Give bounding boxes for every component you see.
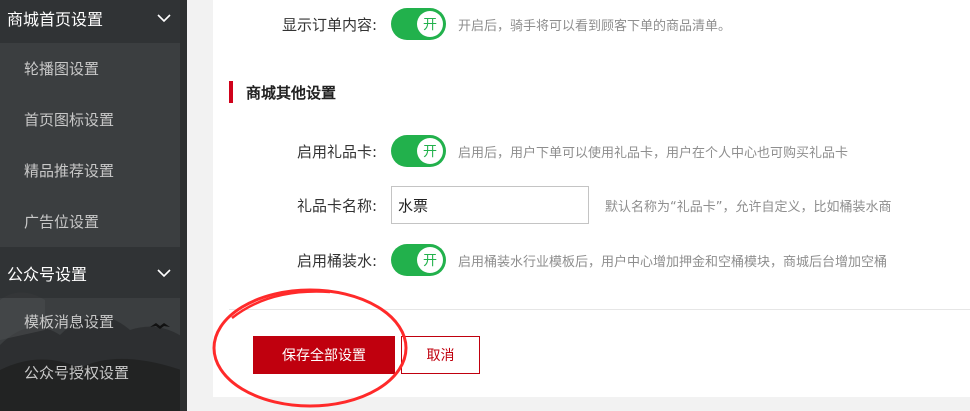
sidebar-group-mall-home[interactable]: 商城首页设置 — [0, 0, 187, 43]
chevron-down-icon — [157, 268, 171, 277]
sidebar-group-label: 公众号设置 — [7, 264, 88, 284]
gift-card-name-input[interactable] — [391, 186, 589, 224]
app-root: 商城首页设置 轮播图设置 首页图标设置 精品推荐设置 广告位设置 公众号设置 模… — [0, 0, 970, 411]
sidebar: 商城首页设置 轮播图设置 首页图标设置 精品推荐设置 广告位设置 公众号设置 模… — [0, 0, 187, 411]
toggle-knob: 开 — [417, 138, 443, 164]
sidebar-item-label: 广告位设置 — [24, 213, 100, 231]
toggle-knob: 开 — [417, 11, 443, 37]
setting-label: 显示订单内容: — [281, 15, 377, 34]
setting-row-gift-card-name: 礼品卡名称: 默认名称为“礼品卡”，允许自定义，比如桶装水商 — [213, 185, 970, 225]
setting-row-gift-card: 启用礼品卡: 开 启用后，用户下单可以使用礼品卡，用户在个人中心也可购买礼品卡 — [213, 131, 970, 171]
sidebar-item-label: 公众号授权设置 — [24, 364, 130, 382]
setting-label: 启用礼品卡: — [296, 142, 377, 161]
sidebar-item-label: 精品推荐设置 — [24, 162, 115, 180]
settings-panel: 显示订单内容: 开 开启后，骑手将可以看到顾客下单的商品清单。 商城其他设置 启… — [213, 0, 970, 397]
setting-label: 礼品卡名称: — [296, 196, 377, 215]
setting-hint: 启用后，用户下单可以使用礼品卡，用户在个人中心也可购买礼品卡 — [458, 145, 849, 161]
chevron-down-icon — [157, 13, 171, 22]
setting-hint: 默认名称为“礼品卡”，允许自定义，比如桶装水商 — [605, 199, 892, 215]
section-accent-bar — [229, 81, 233, 103]
sidebar-item-account-auth[interactable]: 公众号授权设置 — [0, 347, 187, 398]
sidebar-item-carousel[interactable]: 轮播图设置 — [0, 43, 187, 94]
toggle-knob: 开 — [417, 247, 443, 273]
section-header: 商城其他设置 — [229, 80, 336, 104]
setting-hint: 开启后，骑手将可以看到顾客下单的商品清单。 — [458, 18, 732, 34]
save-all-button[interactable]: 保存全部设置 — [253, 336, 395, 374]
sidebar-divider — [180, 0, 187, 411]
sidebar-item-label: 轮播图设置 — [24, 60, 100, 78]
sidebar-item-home-icons[interactable]: 首页图标设置 — [0, 94, 187, 145]
sidebar-item-ads[interactable]: 广告位设置 — [0, 196, 187, 247]
setting-row-show-order: 显示订单内容: 开 开启后，骑手将可以看到顾客下单的商品清单。 — [213, 4, 970, 44]
sidebar-item-label: 首页图标设置 — [24, 111, 115, 129]
setting-hint: 启用桶装水行业模板后，用户中心增加押金和空桶模块，商城后台增加空桶 — [458, 254, 888, 270]
setting-label: 启用桶装水: — [296, 251, 377, 270]
gift-card-toggle[interactable]: 开 — [391, 135, 446, 167]
section-title: 商城其他设置 — [246, 83, 337, 102]
show-order-toggle[interactable]: 开 — [391, 8, 446, 40]
sidebar-group-official-account[interactable]: 公众号设置 — [0, 247, 187, 298]
bucket-water-toggle[interactable]: 开 — [391, 244, 446, 276]
setting-row-bucket-water: 启用桶装水: 开 启用桶装水行业模板后，用户中心增加押金和空桶模块，商城后台增加… — [213, 240, 970, 280]
sidebar-item-recommend[interactable]: 精品推荐设置 — [0, 145, 187, 196]
cancel-button[interactable]: 取消 — [401, 336, 480, 374]
sidebar-item-label: 模板消息设置 — [24, 313, 115, 331]
divider — [229, 309, 970, 310]
sidebar-group-label: 商城首页设置 — [7, 9, 104, 29]
sidebar-item-template-messages[interactable]: 模板消息设置 — [0, 296, 187, 347]
